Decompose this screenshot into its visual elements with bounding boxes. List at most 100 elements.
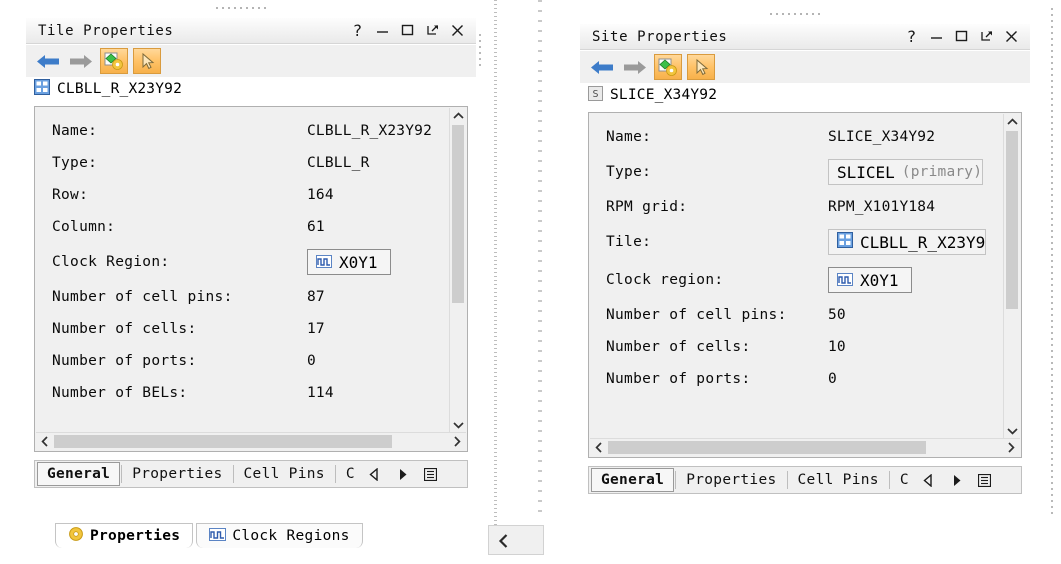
site-properties-panel: Site Properties ? S SLICE_X34Y92 Name: S… <box>580 8 1030 508</box>
tab-cell-pins[interactable]: Cell Pins <box>789 469 888 491</box>
tab-general[interactable]: General <box>37 462 121 486</box>
scroll-track-horizontal[interactable] <box>54 433 448 450</box>
tab-c-truncated[interactable]: C <box>891 469 918 491</box>
clock-region-value-button[interactable]: X0Y1 <box>307 249 391 275</box>
minimize-button[interactable] <box>370 20 395 42</box>
property-value: 87 <box>307 289 325 305</box>
scroll-thumb-vertical[interactable] <box>452 125 464 303</box>
tile-panel-window-controls: ? <box>345 20 476 42</box>
property-value: 10 <box>828 339 846 355</box>
tab-separator <box>334 465 336 483</box>
scroll-right-button[interactable] <box>1002 439 1020 456</box>
scroll-down-button[interactable] <box>450 417 466 433</box>
tab-separator <box>786 471 788 489</box>
tab-scroll-prev-button[interactable] <box>364 463 386 485</box>
help-button[interactable]: ? <box>899 26 924 48</box>
scroll-up-button[interactable] <box>450 108 466 124</box>
tab-list-button[interactable] <box>974 469 996 491</box>
tile-panel-grip[interactable] <box>216 4 266 11</box>
tab-properties[interactable]: Properties <box>123 463 231 485</box>
scroll-left-button[interactable] <box>36 433 54 450</box>
tile-panel-tabstrip: General Properties Cell Pins C <box>34 460 468 488</box>
right-splitter-grip[interactable] <box>1048 4 1055 532</box>
close-button[interactable] <box>999 26 1024 48</box>
forward-arrow-button[interactable] <box>619 54 649 80</box>
site-list-vertical-scrollbar[interactable] <box>1003 114 1020 439</box>
tile-list-horizontal-scrollbar[interactable] <box>36 432 466 450</box>
tab-separator <box>232 465 234 483</box>
tile-object-header: CLBLL_R_X23Y92 <box>34 78 182 100</box>
property-row: Tile: CLBLL_R_X23Y9 <box>590 223 1004 261</box>
scroll-right-button[interactable] <box>448 433 466 450</box>
tile-value-label: CLBLL_R_X23Y9 <box>860 232 986 252</box>
property-value: 17 <box>307 321 325 337</box>
maximize-button[interactable] <box>949 26 974 48</box>
float-button[interactable] <box>420 20 445 42</box>
scroll-thumb-vertical[interactable] <box>1006 131 1018 309</box>
site-type-value-field[interactable]: SLICEL (primary) <box>828 159 984 185</box>
left-splitter-grip[interactable] <box>476 30 483 114</box>
tab-scroll-next-button[interactable] <box>392 463 414 485</box>
property-label: Type: <box>606 164 652 180</box>
window-tab-clock-regions-label: Clock Regions <box>232 528 350 544</box>
window-tab-clock-regions[interactable]: Clock Regions <box>196 523 363 548</box>
select-toggle-button[interactable] <box>687 54 715 80</box>
property-row: Type: CLBLL_R <box>36 147 450 179</box>
scroll-thumb-horizontal[interactable] <box>54 435 392 448</box>
property-label: Number of BELs: <box>52 385 188 401</box>
property-row: Number of cells: 10 <box>590 331 1004 363</box>
clock-region-icon <box>837 271 853 290</box>
back-arrow-button[interactable] <box>587 54 617 80</box>
tile-value-button[interactable]: CLBLL_R_X23Y9 <box>828 229 987 255</box>
property-value: 61 <box>307 219 325 235</box>
tab-properties[interactable]: Properties <box>677 469 785 491</box>
tab-cell-pins[interactable]: Cell Pins <box>235 463 334 485</box>
tile-property-list[interactable]: Name: CLBLL_R_X23Y92 Type: CLBLL_R Row: … <box>34 106 468 452</box>
property-label: Number of ports: <box>52 353 197 369</box>
back-arrow-button[interactable] <box>33 48 63 74</box>
collapse-left-button[interactable] <box>493 531 515 551</box>
tile-panel-titlebar: Tile Properties ? <box>26 18 476 44</box>
clock-region-value-button[interactable]: X0Y1 <box>828 267 912 293</box>
scroll-down-button[interactable] <box>1004 423 1020 439</box>
property-row: Number of ports: 0 <box>590 363 1004 395</box>
tab-list-button[interactable] <box>420 463 442 485</box>
gutter-collapse-strip[interactable] <box>488 525 544 555</box>
properties-toggle-button[interactable] <box>654 54 682 80</box>
tab-general[interactable]: General <box>591 468 675 492</box>
help-button[interactable]: ? <box>345 20 370 42</box>
tab-scroll-next-button[interactable] <box>946 469 968 491</box>
site-object-header: S SLICE_X34Y92 <box>588 84 717 106</box>
tab-c-truncated[interactable]: C <box>337 463 364 485</box>
float-button[interactable] <box>974 26 999 48</box>
site-panel-title: Site Properties <box>592 28 728 45</box>
bottom-window-tabs: Properties Clock Regions <box>55 520 363 548</box>
property-value: CLBLL_R <box>307 155 370 171</box>
site-list-horizontal-scrollbar[interactable] <box>590 438 1020 456</box>
close-button[interactable] <box>445 20 470 42</box>
scroll-thumb-horizontal[interactable] <box>608 441 926 454</box>
property-label: Column: <box>52 219 116 235</box>
tile-properties-panel: Tile Properties ? CLBLL_R_X23Y92 Name: C… <box>26 6 476 518</box>
scroll-up-button[interactable] <box>1004 114 1020 130</box>
minimize-button[interactable] <box>924 26 949 48</box>
site-property-list[interactable]: Name: SLICE_X34Y92 Type: SLICEL (primary… <box>588 112 1022 458</box>
clock-region-icon <box>316 253 332 272</box>
tile-grid-icon <box>34 79 50 99</box>
tile-panel-title: Tile Properties <box>38 22 174 39</box>
scroll-track-horizontal[interactable] <box>608 439 1002 456</box>
properties-toggle-button[interactable] <box>100 48 128 74</box>
gutter-dotted-line-1 <box>494 0 497 525</box>
property-label: Number of cells: <box>606 339 751 355</box>
maximize-button[interactable] <box>395 20 420 42</box>
window-tab-properties[interactable]: Properties <box>55 523 194 548</box>
select-toggle-button[interactable] <box>133 48 161 74</box>
tile-grid-icon <box>837 232 853 252</box>
tab-scroll-prev-button[interactable] <box>918 469 940 491</box>
forward-arrow-button[interactable] <box>65 48 95 74</box>
site-panel-grip[interactable] <box>770 10 820 17</box>
scroll-left-button[interactable] <box>590 439 608 456</box>
property-label: RPM grid: <box>606 199 688 215</box>
site-type-suffix: (primary) <box>901 164 983 180</box>
tile-list-vertical-scrollbar[interactable] <box>449 108 466 433</box>
